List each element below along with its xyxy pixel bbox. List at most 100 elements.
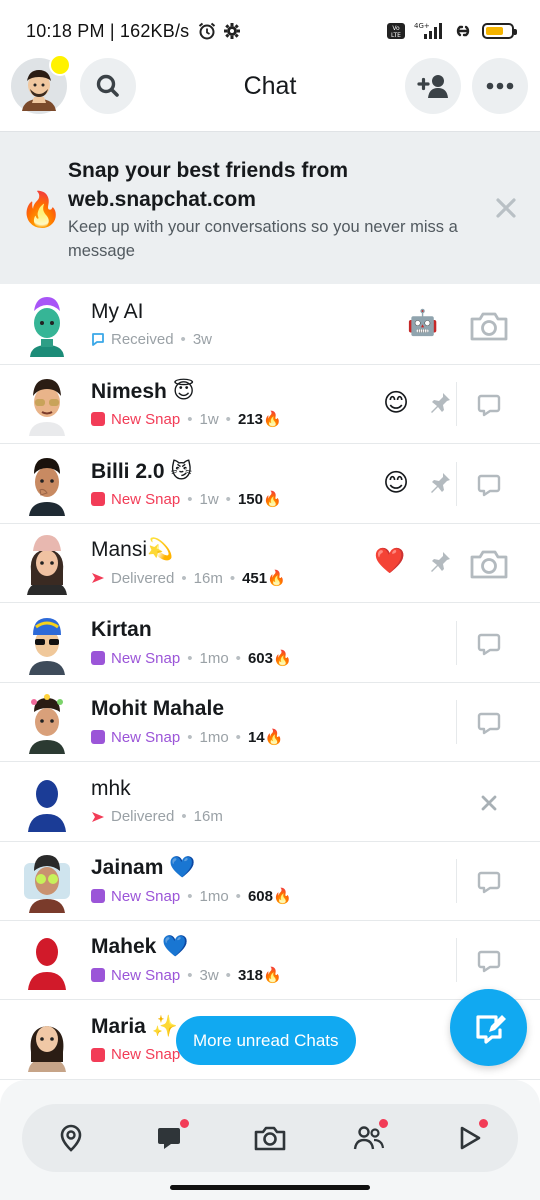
chat-row[interactable]: Mansi💫 Delivered • 16m • 451🔥 ❤️ <box>0 523 540 603</box>
add-friend-icon <box>417 75 448 98</box>
chat-row[interactable]: Billi 2.0 😼 New Snap • 1w • 150🔥 😊 <box>0 444 540 524</box>
notification-badge <box>178 1117 191 1130</box>
separator-dot: • <box>187 410 193 428</box>
svg-text:4G+: 4G+ <box>414 22 430 30</box>
snap-streak: 603🔥 <box>247 650 292 667</box>
friend-name: mhk <box>91 777 131 800</box>
profile-avatar-button[interactable] <box>11 54 71 114</box>
search-icon <box>96 74 119 97</box>
friend-avatar[interactable] <box>18 372 76 436</box>
separator-dot: • <box>225 490 231 508</box>
chat-header: Chat <box>0 54 540 118</box>
row-divider <box>456 621 457 665</box>
reply-chat-button[interactable] <box>466 382 512 428</box>
separator-dot: • <box>235 649 241 667</box>
chat-status: New Snap • 3w • 318🔥 <box>91 966 282 984</box>
chat-time: 1w <box>199 410 219 428</box>
reply-camera-button[interactable] <box>466 541 512 587</box>
status-time: 10:18 PM | 162KB/s <box>26 20 190 41</box>
chat-status: New Snap • 1w • 150🔥 <box>91 490 282 508</box>
friend-avatar[interactable] <box>18 293 76 357</box>
chat-status: New Snap • 1mo • 14🔥 <box>91 728 283 746</box>
separator-dot: • <box>180 331 186 348</box>
web-promo-banner[interactable]: 🔥 Snap your best friends from web.snapch… <box>0 131 540 284</box>
battery-icon <box>482 23 517 39</box>
pin-icon <box>427 549 453 580</box>
snap-streak: 150🔥 <box>237 491 282 508</box>
reply-camera-button[interactable] <box>466 303 512 349</box>
reply-chat-button[interactable] <box>466 859 512 905</box>
banner-close-button[interactable] <box>486 188 526 228</box>
chat-bubble-icon <box>476 392 502 418</box>
chat-time: 3w <box>199 966 219 984</box>
friend-emoji-icon: 😊 <box>383 469 410 497</box>
friend-avatar[interactable] <box>18 1008 76 1072</box>
chat-time: 1mo <box>199 728 229 746</box>
snap-streak: 213🔥 <box>237 411 282 428</box>
friend-name: Mahek 💙 <box>91 935 189 958</box>
home-indicator <box>170 1185 370 1190</box>
chat-status: Delivered • 16m • 451🔥 <box>91 569 286 587</box>
new-snap-purple-icon <box>91 651 105 665</box>
separator-dot: • <box>225 410 231 428</box>
friend-avatar[interactable] <box>18 928 76 992</box>
status-icons-right: Vo LTE 4G+ <box>386 21 517 41</box>
settings-gear-icon <box>224 23 241 39</box>
friend-avatar[interactable] <box>18 690 76 754</box>
chat-status-label: New Snap <box>111 966 181 984</box>
friend-avatar[interactable] <box>18 849 76 913</box>
friend-name: Maria ✨ <box>91 1015 178 1038</box>
new-snap-red-icon <box>91 412 105 426</box>
dismiss-chat-button[interactable] <box>466 780 512 826</box>
friend-avatar[interactable] <box>18 770 76 834</box>
reply-chat-button[interactable] <box>466 621 512 667</box>
nav-map-tab[interactable] <box>48 1115 94 1161</box>
new-snap-red-icon <box>91 1047 105 1062</box>
chat-time: 1w <box>199 490 219 508</box>
new-chat-button[interactable] <box>450 989 527 1066</box>
friend-avatar[interactable] <box>18 611 76 675</box>
more-options-button[interactable] <box>472 58 528 114</box>
close-icon <box>480 794 498 812</box>
chat-row[interactable]: Mahek 💙 New Snap • 3w • 318🔥 <box>0 920 540 1000</box>
chat-row[interactable]: My AI Received • 3w 🤖 <box>0 285 540 365</box>
nav-camera-tab[interactable] <box>247 1115 293 1161</box>
friend-avatar[interactable] <box>18 531 76 595</box>
snap-streak: 14🔥 <box>247 729 284 746</box>
received-chat-icon <box>91 332 105 347</box>
chat-bubble-icon <box>476 472 502 498</box>
nav-spotlight-tab[interactable] <box>446 1115 492 1161</box>
row-divider <box>456 382 457 426</box>
chat-time: 16m <box>193 569 223 587</box>
chat-status: New Snap • 1w • 213🔥 <box>91 410 282 428</box>
chat-status: Delivered • 16m <box>91 808 223 825</box>
chat-row[interactable]: mhk Delivered • 16m <box>0 762 540 842</box>
reply-chat-button[interactable] <box>466 700 512 746</box>
separator-dot: • <box>235 728 241 746</box>
chat-status-label: New Snap <box>111 490 181 508</box>
reply-chat-button[interactable] <box>466 938 512 984</box>
separator-dot: • <box>187 728 193 746</box>
chat-bubble-icon <box>476 710 502 736</box>
chat-row[interactable]: Kirtan New Snap • 1mo • 603🔥 <box>0 603 540 683</box>
chat-status: New Snap • 1mo • 603🔥 <box>91 649 292 667</box>
signal-icon: 4G+ <box>414 22 442 39</box>
delivered-arrow-icon <box>91 572 105 584</box>
chat-row[interactable]: Jainam 💙 New Snap • 1mo • 608🔥 <box>0 841 540 921</box>
chat-status-label: Delivered <box>111 569 175 587</box>
new-snap-purple-icon <box>91 889 105 903</box>
row-divider <box>456 462 457 506</box>
more-unread-chats-button[interactable]: More unread Chats <box>176 1016 356 1065</box>
chat-row[interactable]: Mohit Mahale New Snap • 1mo • 14🔥 <box>0 682 540 762</box>
nav-stories-tab[interactable] <box>346 1115 392 1161</box>
add-friend-button[interactable] <box>405 58 461 114</box>
reply-chat-button[interactable] <box>466 462 512 508</box>
friend-avatar[interactable] <box>18 452 76 516</box>
alarm-icon <box>199 22 216 40</box>
nav-chat-tab[interactable] <box>147 1115 193 1161</box>
new-snap-purple-icon <box>91 968 105 982</box>
row-divider <box>456 700 457 744</box>
chat-row[interactable]: Nimesh 😇 New Snap • 1w • 213🔥 😊 <box>0 364 540 444</box>
notification-badge <box>477 1117 490 1130</box>
search-button[interactable] <box>80 58 136 114</box>
